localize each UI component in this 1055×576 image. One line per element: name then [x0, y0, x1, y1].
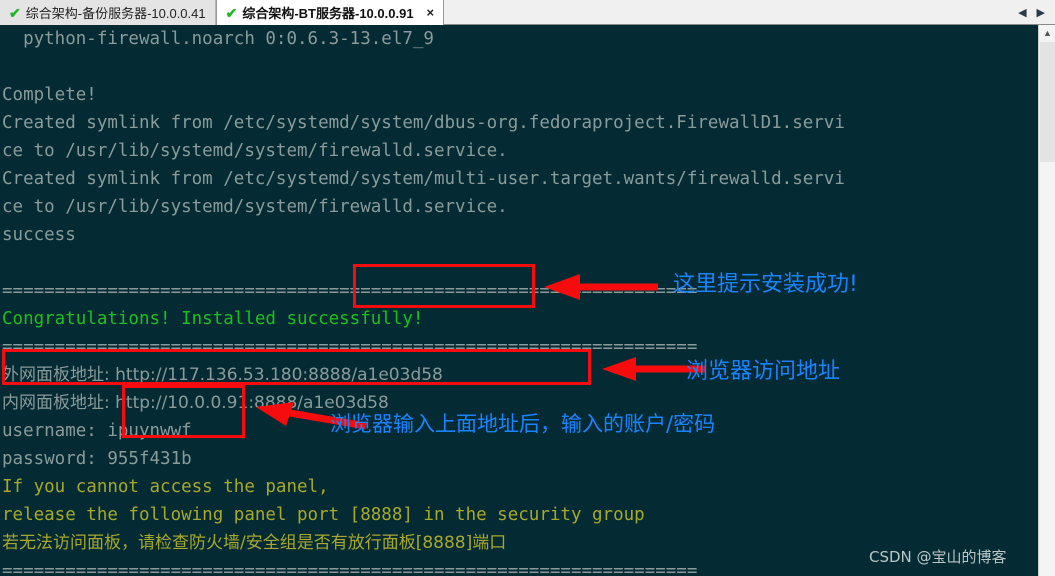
scroll-up-icon[interactable]: ▲ — [1039, 25, 1055, 41]
terminal-external-url-line: 外网面板地址: http://117.136.53.180:8888/a1e03… — [2, 365, 443, 385]
nav-prev-icon[interactable]: ◀ — [1018, 6, 1026, 19]
terminal-line: success — [2, 225, 76, 245]
terminal-scrollbar[interactable]: ▲ — [1038, 25, 1055, 576]
tab-nav-arrows: ◀ ▶ — [1008, 0, 1055, 24]
terminal-line: Created symlink from /etc/systemd/system… — [2, 169, 845, 189]
terminal-success-line: Congratulations! Installed successfully! — [2, 309, 424, 329]
terminal-separator: ========================================… — [2, 281, 698, 301]
terminal-password-line: password: 955f431b — [2, 449, 192, 469]
csdn-watermark: CSDN @宝山的博客 — [869, 548, 1007, 566]
tab-label: 综合架构-备份服务器-10.0.0.41 — [25, 6, 206, 21]
terminal-line: ce to /usr/lib/systemd/system/firewalld.… — [2, 141, 508, 161]
annotation-credentials: 浏览器输入上面地址后，输入的账户/密码 — [330, 412, 716, 436]
annotation-browser-address: 浏览器访问地址 — [686, 359, 841, 384]
terminal-separator: ========================================… — [2, 337, 698, 357]
terminal-line: python-firewall.noarch 0:0.6.3-13.el7_9 — [2, 29, 434, 49]
annotation-install-success: 这里提示安装成功! — [673, 272, 858, 297]
nav-next-icon[interactable]: ▶ — [1037, 6, 1045, 19]
terminal-line: If you cannot access the panel, — [2, 477, 329, 497]
terminal-line: ce to /usr/lib/systemd/system/firewalld.… — [2, 197, 508, 217]
terminal-output[interactable]: python-firewall.noarch 0:0.6.3-13.el7_9 … — [0, 25, 1038, 576]
tab-bar-spacer — [444, 0, 1009, 24]
terminal-line: release the following panel port [8888] … — [2, 505, 645, 525]
scrollbar-thumb[interactable] — [1040, 42, 1055, 162]
tab-bar: ✔ 综合架构-备份服务器-10.0.0.41 ✔ 综合架构-BT服务器-10.0… — [0, 0, 1055, 25]
terminal-line: Created symlink from /etc/systemd/system… — [2, 113, 845, 133]
tab-label: 综合架构-BT服务器-10.0.0.91 — [242, 6, 414, 21]
check-icon: ✔ — [225, 4, 238, 21]
terminal-line: Complete! — [2, 85, 97, 105]
close-icon[interactable]: × — [427, 5, 435, 20]
check-icon: ✔ — [9, 4, 21, 21]
tab-bt-server[interactable]: ✔ 综合架构-BT服务器-10.0.0.91 × — [215, 0, 445, 25]
arrow-to-successfully — [544, 274, 658, 300]
tab-backup-server[interactable]: ✔ 综合架构-备份服务器-10.0.0.41 — [0, 0, 216, 25]
